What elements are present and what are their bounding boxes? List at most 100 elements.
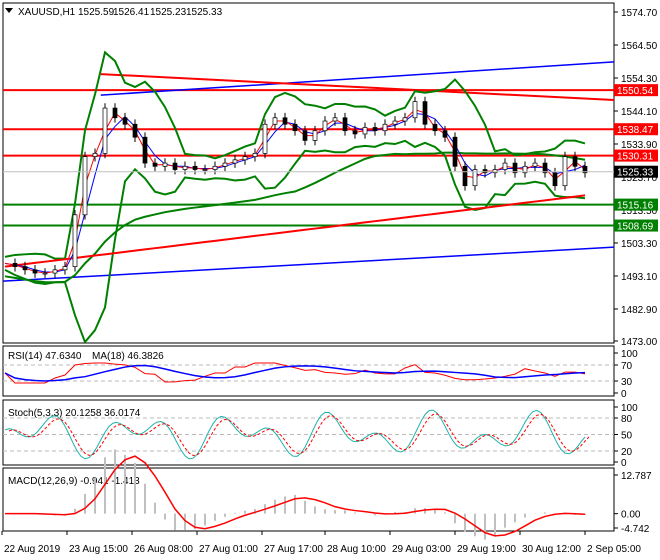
dropdown-arrow-icon [5,8,13,13]
candle-body [32,269,38,274]
candle-body [92,153,98,157]
price-tick-label: 1493.10 [621,272,658,283]
candle-body [242,156,248,161]
candle-body [192,165,198,170]
ohlc-values: 1525.59 1526.41 1525.23 1525.33 [78,7,223,18]
candle-body [342,117,348,132]
stoch-tick-label: 0 [621,458,627,469]
candle-body [292,123,298,132]
candle-body [402,117,408,122]
candle-body [442,130,448,138]
candle-body [42,272,48,275]
time-tick-label: 27 Aug 01:00 [199,544,258,555]
candle-body [562,156,568,187]
candle-body [282,117,288,125]
candle-body [102,107,108,154]
candle-body [252,153,258,157]
resistance-level-label: 1550.54 [617,86,654,97]
candle-body [332,117,338,122]
rsi-tick-label: 0 [621,389,627,400]
candle-body [352,130,358,135]
trendline [2,246,615,282]
chart-title: XAUUSD,H1 [18,7,76,18]
candle-body [382,123,388,132]
macd-tick-label: 12.787 [621,471,652,482]
support-level-label: 1508.69 [617,222,654,233]
time-tick-label: 22 Aug 2019 [4,544,61,555]
close-value: 1525.33 [186,7,223,18]
candle-body [392,120,398,125]
price-tick-label: 1574.70 [621,8,658,19]
stoch-tick-label: 20 [621,447,633,458]
rsi-ma-label: MA(18) 46.3826 [92,351,164,362]
candle-body [62,266,68,271]
time-tick-label: 29 Aug 03:00 [392,544,451,555]
candle-body [422,101,428,125]
candle-body [162,162,168,167]
candle-body [372,127,378,132]
candle-body [132,123,138,138]
price-tick-label: 1544.10 [621,107,658,118]
time-tick-label: 29 Aug 19:00 [457,544,516,555]
stoch-tick-label: 50 [621,431,633,442]
candle-body [572,156,578,167]
time-tick-label: 27 Aug 17:00 [264,544,323,555]
candle-body [312,130,318,141]
candle-body [272,117,278,125]
stoch-label: Stoch(5,3,3) 20.1258 36.0174 [8,408,141,419]
rsi-tick-label: 100 [621,349,638,360]
moving-average-fast [4,112,586,273]
candle-body [462,165,468,187]
candle-body [232,159,238,164]
candle-body [492,169,498,174]
candle-body [212,165,218,170]
price-tick-label: 1564.50 [621,41,658,52]
candle-body [152,162,158,167]
time-tick-label: 23 Aug 15:00 [69,544,128,555]
macd-tick-label: 0.00 [621,510,641,521]
candle-body [22,266,28,271]
time-tick-label: 30 Aug 12:00 [522,544,581,555]
candle-body [12,263,18,267]
price-tick-label: 1503.30 [621,239,658,250]
price-tick-label: 1554.30 [621,74,658,85]
candle-body [432,123,438,132]
stoch-tick-label: 100 [621,403,638,414]
resistance-level-label: 1530.31 [617,152,654,163]
time-tick-label: 2 Sep 05:00 [587,544,641,555]
candle-body [52,269,58,274]
candle-body [122,117,128,125]
candle-body [202,169,208,171]
candle-body [142,136,148,164]
candle-body [552,172,558,187]
price-tick-label: 1533.90 [621,140,658,151]
trading-chart[interactable]: XAUUSD,H1 1525.59 1526.41 1525.23 1525.3… [0,0,660,560]
candle-body [172,162,178,170]
candle-body [322,120,328,132]
panel-frame-0 [2,2,615,344]
macd-tick-label: -4.742 [621,524,650,535]
candle-body [482,169,488,174]
candle-body [502,162,508,170]
open-value: 1525.59 [78,7,115,18]
price-tick-label: 1473.00 [621,337,658,348]
support-level-label: 1515.16 [617,201,654,212]
macd-label: MACD(12,26,9) -0.941 -1.413 [8,476,140,487]
resistance-level-label: 1538.47 [617,125,654,136]
candle-body [112,107,118,119]
time-tick-label: 28 Aug 10:00 [327,544,386,555]
low-value: 1525.23 [150,7,187,18]
candle-body [532,162,538,167]
rsi-tick-label: 70 [621,361,633,372]
candle-body [412,101,418,119]
candle-body [222,162,228,167]
candle-body [452,136,458,167]
current-price-label: 1525.33 [617,168,654,179]
stoch-tick-label: 80 [621,414,633,425]
rsi-tick-label: 30 [621,377,633,388]
candle-body [72,214,78,267]
price-tick-label: 1482.90 [621,305,658,316]
candle-body [262,123,268,154]
rsi-label: RSI(14) 47.6340 [8,351,82,362]
time-tick-label: 26 Aug 08:00 [134,544,193,555]
